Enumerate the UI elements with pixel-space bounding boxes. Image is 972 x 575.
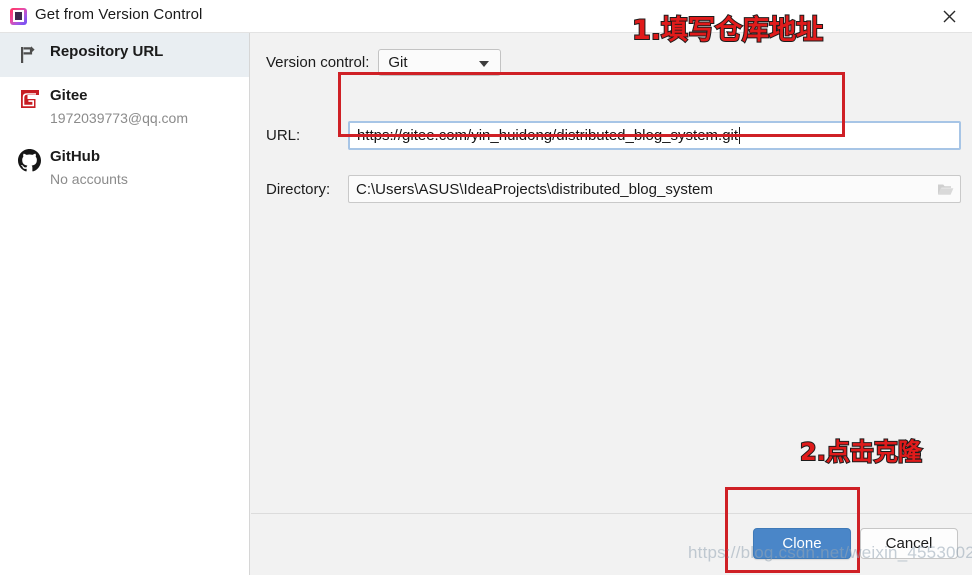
sidebar-item-gitee[interactable]: Gitee 1972039773@qq.com <box>0 77 249 138</box>
url-row: URL: https://gitee.com/yin_huidong/distr… <box>266 121 961 150</box>
version-control-value: Git <box>388 54 408 71</box>
directory-input-value: C:\Users\ASUS\IdeaProjects\distributed_b… <box>356 180 713 198</box>
directory-row: Directory: C:\Users\ASUS\IdeaProjects\di… <box>266 175 961 203</box>
clone-button[interactable]: Clone <box>753 528 851 559</box>
sidebar-item-gitee-body: Gitee 1972039773@qq.com <box>46 86 188 129</box>
dialog-button-bar: Clone Cancel <box>753 528 958 559</box>
url-input[interactable]: https://gitee.com/yin_huidong/distribute… <box>348 121 961 150</box>
chevron-down-icon <box>479 61 490 67</box>
version-control-label: Version control: <box>266 54 370 71</box>
sidebar-item-repository-url[interactable]: Repository URL <box>0 33 249 77</box>
url-input-value: https://gitee.com/yin_huidong/distribute… <box>357 127 739 144</box>
sidebar-item-github-body: GitHub No accounts <box>46 147 128 190</box>
title-bar: Get from Version Control <box>0 0 972 33</box>
url-label: URL: <box>266 127 301 144</box>
cancel-button[interactable]: Cancel <box>860 528 958 559</box>
footer-divider <box>251 513 972 514</box>
main-panel: Version control: Git URL: https://gitee.… <box>251 33 972 575</box>
sidebar: Repository URL Gitee 1972039773@qq.com G… <box>0 33 250 575</box>
intellij-idea-icon <box>10 8 27 25</box>
directory-label: Directory: <box>266 180 331 198</box>
version-control-select[interactable]: Git <box>378 49 502 76</box>
folder-open-glyph <box>937 184 953 195</box>
close-glyph <box>943 10 955 22</box>
gitee-glyph <box>21 90 39 108</box>
directory-input[interactable]: C:\Users\ASUS\IdeaProjects\distributed_b… <box>348 175 961 203</box>
dialog-get-from-version-control: Get from Version Control Repository URL <box>0 0 972 575</box>
window-title: Get from Version Control <box>35 6 203 23</box>
sidebar-item-github[interactable]: GitHub No accounts <box>0 138 249 199</box>
close-icon[interactable] <box>926 0 972 32</box>
sidebar-item-label: Repository URL <box>50 43 164 60</box>
version-control-row: Version control: Git <box>266 49 502 76</box>
github-icon <box>18 147 46 173</box>
branch-glyph <box>21 46 35 63</box>
branch-icon <box>18 42 46 68</box>
gitee-icon <box>18 86 46 112</box>
sidebar-item-repository-url-body: Repository URL <box>46 42 163 62</box>
sidebar-item-label: GitHub <box>50 148 100 165</box>
sidebar-item-label: Gitee <box>50 87 88 104</box>
sidebar-item-account: No accounts <box>50 171 128 187</box>
sidebar-item-account: 1972039773@qq.com <box>50 110 188 126</box>
text-caret <box>739 127 741 144</box>
github-glyph <box>18 148 41 171</box>
folder-open-icon[interactable] <box>934 179 956 199</box>
